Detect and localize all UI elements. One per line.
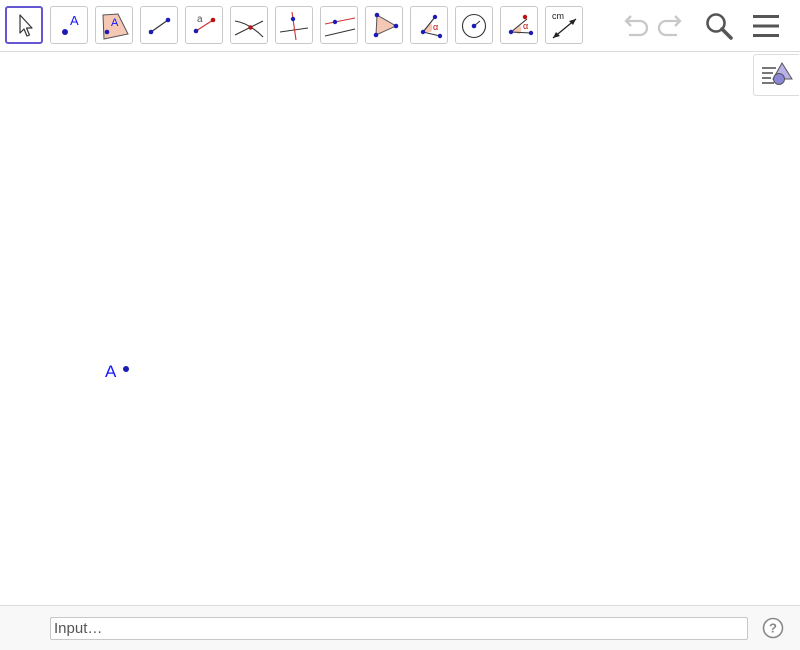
menu-icon	[753, 15, 779, 37]
angle-given-size-glyph: α	[523, 21, 528, 31]
point-a[interactable]	[122, 365, 129, 372]
perpendicular-line-tool-button[interactable]	[275, 6, 313, 44]
text-tool-button[interactable]: A	[95, 6, 133, 44]
angle-tool-button[interactable]: α	[410, 6, 448, 44]
move-tool-button[interactable]	[5, 6, 43, 44]
input-bar: ?	[0, 605, 800, 650]
angle-tool-glyph: α	[433, 22, 438, 32]
angle-icon: α	[420, 14, 443, 39]
search-button[interactable]	[701, 8, 737, 44]
polygon-tool-button[interactable]	[365, 6, 403, 44]
style-bar-toggle[interactable]	[753, 54, 799, 96]
segment-fixed-length-tool-button[interactable]: a	[185, 6, 223, 44]
redo-button[interactable]	[654, 8, 690, 44]
toolbar: A A a α α cm	[0, 0, 800, 52]
polygon-icon	[373, 12, 399, 38]
help-glyph: ?	[769, 621, 777, 636]
distance-icon: cm	[552, 11, 577, 39]
parallel-line-tool-button[interactable]	[320, 6, 358, 44]
circle-tool-button[interactable]	[455, 6, 493, 44]
angle-given-size-tool-button[interactable]: α	[500, 6, 538, 44]
distance-tool-glyph: cm	[552, 11, 564, 21]
undo-icon	[624, 15, 649, 37]
perpendicular-line-icon	[279, 11, 309, 41]
intersect-tool-button[interactable]	[230, 6, 268, 44]
main-menu-button[interactable]	[748, 8, 784, 44]
circle-center-icon	[461, 13, 487, 39]
undo-button[interactable]	[616, 8, 652, 44]
redo-icon	[657, 15, 682, 37]
segment-fixed-length-glyph: a	[197, 14, 203, 25]
style-bar-icon	[762, 62, 793, 85]
segment-tool-button[interactable]	[140, 6, 178, 44]
distance-tool-button[interactable]: cm	[545, 6, 583, 44]
point-tool-button[interactable]: A	[50, 6, 88, 44]
help-icon[interactable]: ?	[762, 617, 784, 639]
segment-with-length-icon: a	[193, 14, 216, 34]
point-a-label: A	[105, 362, 117, 381]
parallel-line-icon	[324, 17, 356, 37]
cursor-arrow-icon	[19, 14, 33, 37]
intersect-icon	[234, 20, 264, 38]
text-tool-glyph: A	[111, 17, 119, 29]
text-polygon-icon: A	[102, 13, 129, 40]
point-tool-glyph: A	[70, 13, 79, 28]
algebra-input-field[interactable]	[50, 617, 748, 640]
segment-icon	[148, 17, 171, 35]
search-icon	[706, 13, 733, 40]
point-icon: A	[62, 13, 79, 35]
angle-given-size-icon: α	[508, 14, 534, 36]
graphics-view[interactable]	[0, 52, 800, 605]
